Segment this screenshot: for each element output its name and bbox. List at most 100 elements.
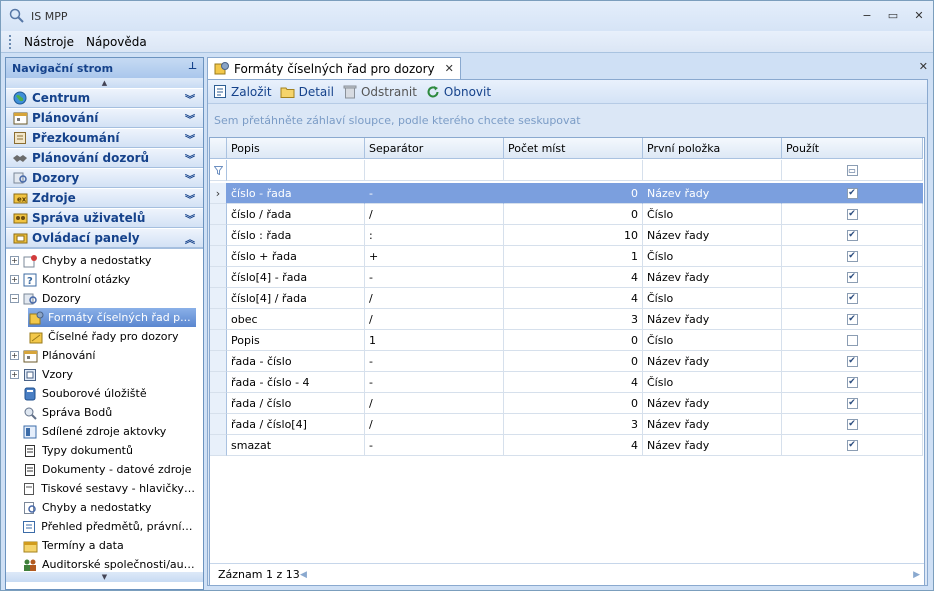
toolbar-grip[interactable] xyxy=(9,34,12,49)
cell-use[interactable]: ✔ xyxy=(782,309,923,330)
table-row[interactable]: řada - číslo -0 Název řady ✔ xyxy=(210,351,923,372)
detail-button[interactable]: Detail xyxy=(280,84,334,99)
minimize-button[interactable]: − xyxy=(857,7,877,23)
cell-use[interactable]: ✔ xyxy=(782,204,923,225)
horizontal-scrollbar[interactable]: ◀ ▶ xyxy=(300,569,920,581)
tree-item[interactable]: + Plánování xyxy=(10,346,196,365)
chevron-down-icon[interactable]: ︾ xyxy=(185,111,195,126)
cell-popis[interactable]: číslo - řada xyxy=(227,183,365,204)
column-header-count[interactable]: Počet míst xyxy=(504,138,643,159)
table-row[interactable]: číslo : řada:10 Název řady ✔ xyxy=(210,225,923,246)
cell-first[interactable]: Název řady xyxy=(643,393,782,414)
collapse-icon[interactable]: − xyxy=(10,294,19,303)
cell-count[interactable]: 0 xyxy=(504,204,643,225)
chevron-up-icon[interactable]: ︽ xyxy=(185,231,195,246)
use-checkbox[interactable]: ✔ xyxy=(846,250,858,262)
cell-count[interactable]: 3 xyxy=(504,309,643,330)
cell-count[interactable]: 4 xyxy=(504,435,643,456)
cell-count[interactable]: 0 xyxy=(504,330,643,351)
tree-item[interactable]: − Dozory xyxy=(10,289,196,308)
chevron-down-icon[interactable]: ︾ xyxy=(185,131,195,146)
menu-help[interactable]: Nápověda xyxy=(80,33,153,51)
tree-item[interactable]: Správa Bodů xyxy=(22,403,196,422)
tree-item[interactable]: +? Kontrolní otázky xyxy=(10,270,196,289)
cell-count[interactable]: 3 xyxy=(504,414,643,435)
cell-popis[interactable]: číslo / řada xyxy=(227,204,365,225)
use-checkbox[interactable]: ✔ xyxy=(846,376,858,388)
table-row[interactable]: › číslo - řada -0 Název řady ✔ xyxy=(210,183,923,204)
table-row[interactable]: číslo + řada +1 Číslo ✔ xyxy=(210,246,923,267)
expand-icon[interactable]: + xyxy=(10,256,19,265)
cell-use[interactable]: ✔ xyxy=(782,435,923,456)
filter-cell[interactable] xyxy=(227,160,365,181)
table-row[interactable]: číslo / řada/0 Číslo ✔ xyxy=(210,204,923,225)
menu-tools[interactable]: Nástroje xyxy=(18,33,80,51)
use-checkbox[interactable]: ✔ xyxy=(846,187,858,199)
tree-item[interactable]: Dokumenty - datové zdroje xyxy=(22,460,196,479)
nav-scroll-up[interactable]: ▲ xyxy=(6,78,203,88)
cell-popis[interactable]: řada / číslo xyxy=(227,393,365,414)
cell-count[interactable]: 4 xyxy=(504,267,643,288)
nav-group-4[interactable]: Dozory ︾ xyxy=(6,168,203,188)
chevron-down-icon[interactable]: ︾ xyxy=(185,211,195,226)
filter-cell[interactable] xyxy=(504,160,643,181)
filter-cell-use[interactable]: ▭ xyxy=(782,160,923,181)
cell-separator[interactable]: / xyxy=(365,309,504,330)
cell-use[interactable]: ✔ xyxy=(782,246,923,267)
table-row[interactable]: Popis10Číslo ✔ xyxy=(210,330,923,351)
cell-use[interactable]: ✔ xyxy=(782,183,923,204)
table-row[interactable]: řada / číslo[4]/3 Název řady ✔ xyxy=(210,414,923,435)
cell-count[interactable]: 10 xyxy=(504,225,643,246)
nav-group-5[interactable]: ex Zdroje ︾ xyxy=(6,188,203,208)
tree-item[interactable]: Typy dokumentů xyxy=(22,441,196,460)
cell-use[interactable]: ✔ xyxy=(782,288,923,309)
tab-close-icon[interactable]: ✕ xyxy=(445,62,454,75)
nav-group-0[interactable]: Centrum ︾ xyxy=(6,88,203,108)
cell-first[interactable]: Název řady xyxy=(643,225,782,246)
cell-popis[interactable]: Popis xyxy=(227,330,365,351)
cell-first[interactable]: Název řady xyxy=(643,183,782,204)
cell-count[interactable]: 1 xyxy=(504,246,643,267)
cell-separator[interactable]: - xyxy=(365,267,504,288)
use-checkbox[interactable]: ✔ xyxy=(846,418,858,430)
cell-use[interactable]: ✔ xyxy=(782,225,923,246)
tree-item[interactable]: Termíny a data xyxy=(22,536,196,555)
cell-first[interactable]: Číslo xyxy=(643,204,782,225)
cell-separator[interactable]: : xyxy=(365,225,504,246)
remove-button[interactable]: Odstranit xyxy=(342,84,417,99)
column-header-separator[interactable]: Separátor xyxy=(365,138,504,159)
use-checkbox[interactable]: ✔ xyxy=(846,334,858,346)
chevron-down-icon[interactable]: ︾ xyxy=(185,91,195,106)
cell-popis[interactable]: řada / číslo[4] xyxy=(227,414,365,435)
cell-use[interactable]: ✔ xyxy=(782,351,923,372)
expand-icon[interactable]: + xyxy=(10,275,19,284)
tree-item[interactable]: + Chyby a nedostatky xyxy=(10,251,196,270)
use-checkbox[interactable]: ✔ xyxy=(846,271,858,283)
cell-separator[interactable]: - xyxy=(365,183,504,204)
table-row[interactable]: číslo[4] / řada/4 Číslo ✔ xyxy=(210,288,923,309)
filter-cell[interactable] xyxy=(365,160,504,181)
cell-separator[interactable]: / xyxy=(365,204,504,225)
expand-icon[interactable]: + xyxy=(10,351,19,360)
nav-group-6[interactable]: Správa uživatelů ︾ xyxy=(6,208,203,228)
cell-separator[interactable]: + xyxy=(365,246,504,267)
use-checkbox[interactable]: ✔ xyxy=(846,229,858,241)
cell-first[interactable]: Číslo xyxy=(643,288,782,309)
use-checkbox[interactable]: ✔ xyxy=(846,355,858,367)
nav-scroll-down[interactable]: ▼ xyxy=(6,572,203,582)
nav-group-7[interactable]: Ovládací panely ︽ xyxy=(6,228,203,248)
nav-group-3[interactable]: Plánování dozorů ︾ xyxy=(6,148,203,168)
use-checkbox[interactable]: ✔ xyxy=(846,208,858,220)
cell-popis[interactable]: číslo + řada xyxy=(227,246,365,267)
column-header-popis[interactable]: Popis xyxy=(227,138,365,159)
refresh-button[interactable]: Obnovit xyxy=(425,84,491,99)
table-row[interactable]: řada - číslo - 4-4 Číslo ✔ xyxy=(210,372,923,393)
scroll-right-icon[interactable]: ▶ xyxy=(913,570,920,580)
cell-use[interactable]: ✔ xyxy=(782,414,923,435)
cell-count[interactable]: 0 xyxy=(504,351,643,372)
close-button[interactable]: ✕ xyxy=(909,7,929,23)
chevron-down-icon[interactable]: ︾ xyxy=(185,151,195,166)
filter-cell[interactable] xyxy=(643,160,782,181)
cell-first[interactable]: Číslo xyxy=(643,330,782,351)
use-checkbox[interactable]: ✔ xyxy=(846,313,858,325)
